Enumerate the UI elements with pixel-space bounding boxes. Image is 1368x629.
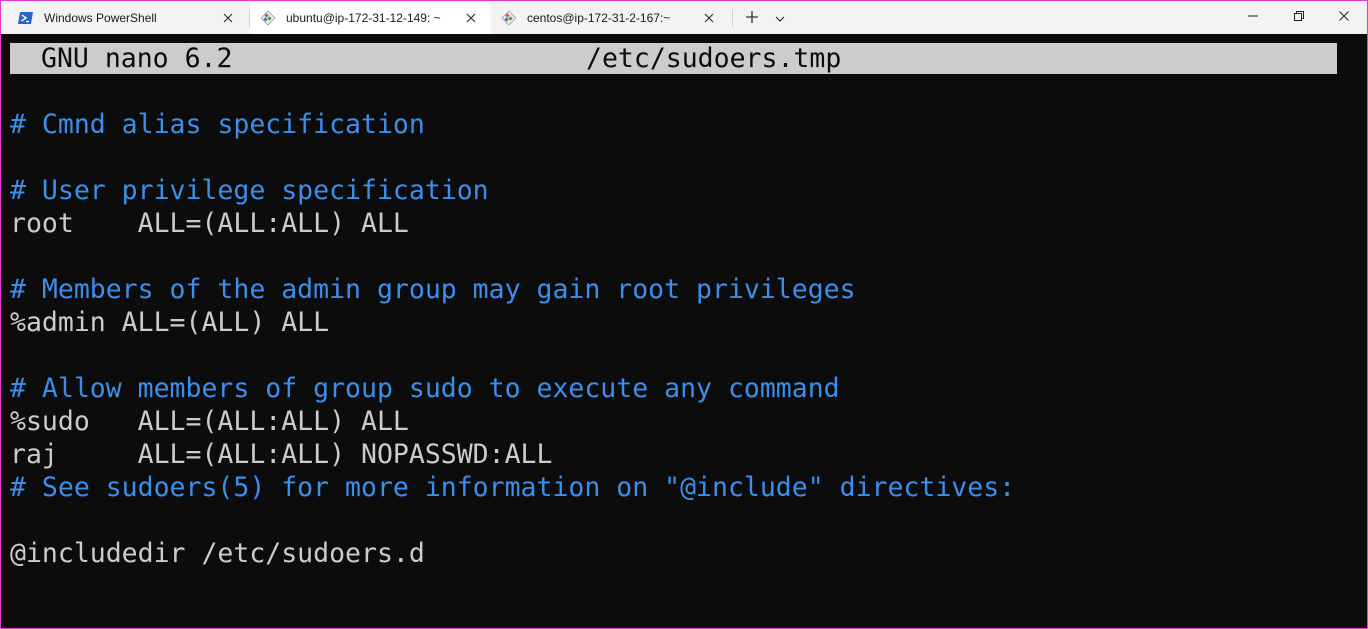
file-line: raj ALL=(ALL:ALL) NOPASSWD:ALL xyxy=(10,439,553,470)
tab-bar: Windows PowerShell ubuntu@ip-172-31-12-1… xyxy=(1,1,1367,34)
nano-title-bar: GNU nano 6.2 /etc/sudoers.tmp xyxy=(10,43,1337,74)
file-line: root ALL=(ALL:ALL) ALL xyxy=(10,208,409,239)
powershell-icon xyxy=(18,10,34,26)
restore-button[interactable] xyxy=(1276,1,1322,33)
minimize-icon xyxy=(1248,10,1258,24)
tab-windows-powershell[interactable]: Windows PowerShell xyxy=(1,2,248,34)
file-line: @includedir /etc/sudoers.d xyxy=(10,538,425,569)
linux-shell-icon xyxy=(501,10,517,26)
tab-ubuntu-session[interactable]: ubuntu@ip-172-31-12-149: ~ xyxy=(250,2,491,34)
close-window-button[interactable] xyxy=(1321,1,1367,33)
chevron-down-icon xyxy=(775,11,785,25)
new-tab-button[interactable] xyxy=(738,2,766,34)
tab-dropdown-button[interactable] xyxy=(769,2,791,34)
editor-filename: /etc/sudoers.tmp xyxy=(586,43,842,74)
file-line: # Cmnd alias specification xyxy=(10,109,425,140)
file-line: %admin ALL=(ALL) ALL xyxy=(10,307,330,338)
editor-version: GNU nano 6.2 xyxy=(41,43,233,74)
tab-label: Windows PowerShell xyxy=(44,11,157,25)
file-line: %sudo ALL=(ALL:ALL) ALL xyxy=(10,406,409,437)
tab-label: ubuntu@ip-172-31-12-149: ~ xyxy=(286,11,441,25)
plus-icon xyxy=(745,10,759,27)
linux-shell-icon xyxy=(260,10,276,26)
close-tab-icon[interactable] xyxy=(701,10,717,26)
tab-centos-session[interactable]: centos@ip-172-31-2-167:~ xyxy=(491,2,729,34)
close-tab-icon[interactable] xyxy=(220,10,236,26)
minimize-button[interactable] xyxy=(1230,1,1276,33)
restore-icon xyxy=(1294,10,1304,24)
file-line: # User privilege specification xyxy=(10,175,489,206)
close-tab-icon[interactable] xyxy=(463,10,479,26)
tab-label: centos@ip-172-31-2-167:~ xyxy=(527,11,671,25)
tab-divider xyxy=(732,9,733,27)
terminal-window: Windows PowerShell ubuntu@ip-172-31-12-1… xyxy=(0,0,1368,629)
terminal-pane[interactable]: GNU nano 6.2 /etc/sudoers.tmp # Cmnd ali… xyxy=(1,34,1367,628)
close-icon xyxy=(1339,10,1349,24)
file-line: # Members of the admin group may gain ro… xyxy=(10,274,856,305)
file-line: # Allow members of group sudo to execute… xyxy=(10,373,840,404)
file-line: # See sudoers(5) for more information on… xyxy=(10,472,1016,503)
